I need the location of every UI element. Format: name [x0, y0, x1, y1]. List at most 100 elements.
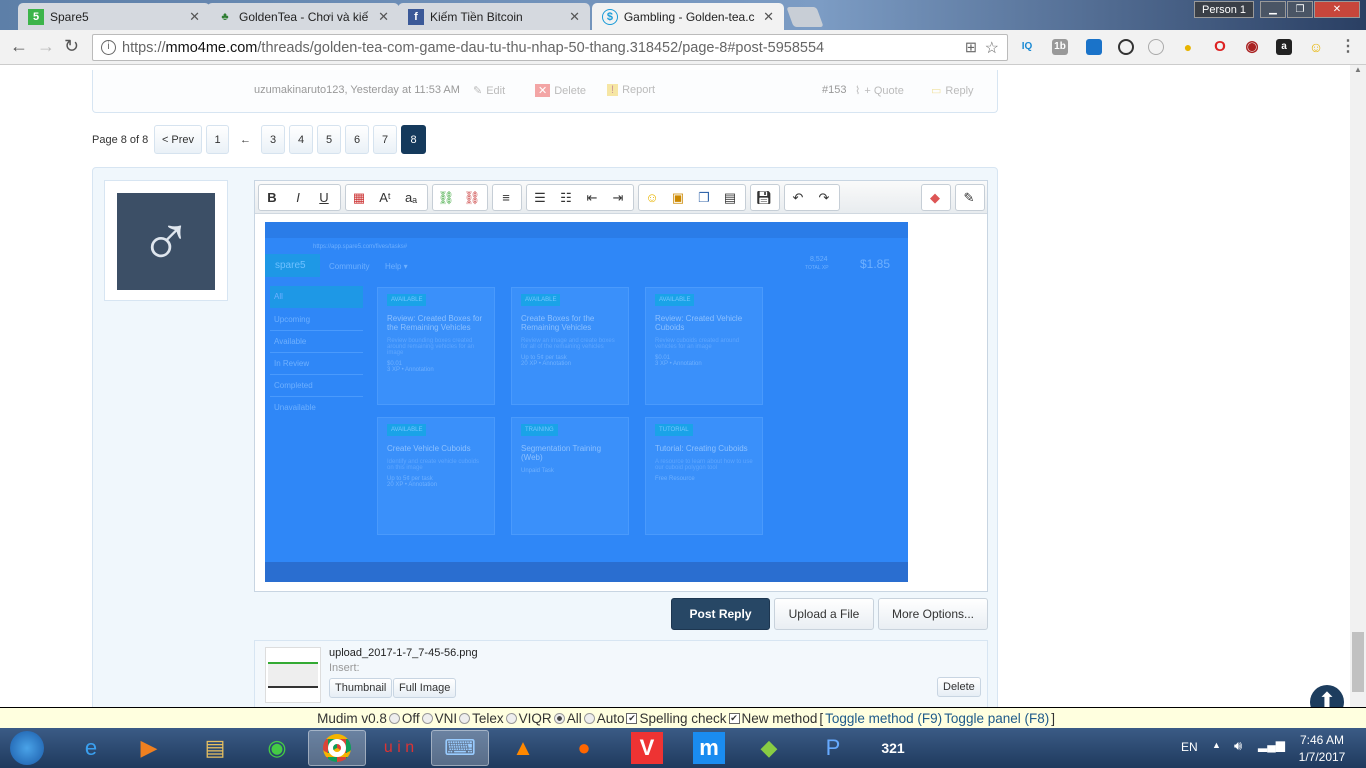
page-1-button[interactable]: 1 [206, 125, 229, 154]
extension-icon[interactable] [1118, 39, 1134, 55]
post-reply-button[interactable]: Post Reply [671, 598, 770, 630]
page-5-button[interactable]: 5 [317, 125, 341, 154]
new-method-checkbox[interactable]: ✔ [728, 712, 740, 724]
message-editor[interactable]: BIU ▦ Aᵗ aₐ ⛓ ⛓ ≡ ☰ ☷ ⇤ ⇥ ☺ ▣ ❐ ▤ 💾︎ ↶ ↷ ◆ ✎ https… [254, 180, 988, 592]
radio-auto[interactable] [583, 712, 595, 724]
firefox-icon[interactable]: ● [555, 730, 613, 766]
maxthon-icon[interactable]: m [680, 730, 738, 766]
tab-gambling[interactable]: $ Gambling - Golden-tea.c ✕ [592, 3, 784, 30]
bold-button[interactable]: B [259, 190, 285, 205]
volume-icon[interactable]: 🔊︎ [1234, 738, 1242, 754]
smilie-icon[interactable]: ☺ [639, 190, 665, 205]
on-screen-keyboard-icon[interactable]: ⌨ [431, 730, 489, 766]
reload-icon[interactable]: ↻ [64, 36, 79, 57]
back-icon[interactable]: ← [10, 36, 28, 57]
opera-extension-icon[interactable]: O [1212, 39, 1228, 55]
1b-extension-icon[interactable]: 1b [1052, 39, 1068, 55]
page-7-button[interactable]: 7 [373, 125, 397, 154]
media-player-icon[interactable]: ▶ [120, 730, 178, 766]
delete-attachment-button[interactable]: Delete [937, 677, 981, 697]
iq-extension-icon[interactable]: IQ [1019, 39, 1035, 55]
eraser-icon[interactable]: ◆ [922, 190, 948, 206]
translate-icon[interactable]: ⊞ [965, 40, 977, 56]
font-family-icon[interactable]: aₐ [398, 190, 424, 205]
page-6-button[interactable]: 6 [345, 125, 369, 154]
page-jump-button[interactable]: ← [233, 125, 258, 154]
page-3-button[interactable]: 3 [261, 125, 285, 154]
language-indicator[interactable]: EN [1181, 740, 1198, 754]
page-8-button[interactable]: 8 [401, 125, 426, 154]
extension-icon[interactable]: ◉ [1244, 39, 1260, 55]
bookmark-star-icon[interactable]: ☆ [985, 38, 999, 58]
new-tab-button[interactable] [786, 7, 824, 27]
reply-link[interactable]: ▭ Reply [931, 84, 974, 98]
save-draft-icon[interactable]: 💾︎ [751, 190, 777, 206]
url-input[interactable]: i https://mmo4me.com/threads/golden-tea-… [92, 34, 1008, 61]
image-icon[interactable]: ▣ [665, 190, 691, 206]
start-button[interactable] [2, 730, 52, 766]
tab-bitcoin[interactable]: f Kiếm Tiền Bitcoin ✕ [398, 3, 590, 30]
vivaldi-icon[interactable]: V [618, 730, 676, 766]
close-tab-icon[interactable]: ✕ [189, 9, 200, 25]
radio-off[interactable] [388, 712, 400, 724]
underline-button[interactable]: U [311, 190, 337, 205]
page-4-button[interactable]: 4 [289, 125, 313, 154]
font-size-icon[interactable]: Aᵗ [372, 190, 398, 205]
prev-page-button[interactable]: < Prev [154, 125, 202, 154]
scrollbar[interactable]: ▲ [1350, 65, 1366, 707]
menu-icon[interactable]: ⋮ [1340, 39, 1356, 55]
close-tab-icon[interactable]: ✕ [378, 9, 389, 25]
extension-icon[interactable] [1148, 39, 1164, 55]
maximize-button[interactable]: ❐ [1287, 1, 1313, 18]
tab-spare5[interactable]: 5 Spare5 ✕ [18, 3, 210, 30]
italic-button[interactable]: I [285, 190, 311, 205]
emoji-extension-icon[interactable]: ☺ [1308, 39, 1324, 55]
delete-link[interactable]: ✕ Delete [535, 84, 586, 97]
spelling-check-checkbox[interactable]: ✔ [626, 712, 638, 724]
insert-thumbnail-button[interactable]: Thumbnail [329, 678, 393, 698]
avatar[interactable]: ♂ [104, 180, 228, 301]
clock-time[interactable]: 7:46 AM [1294, 733, 1350, 747]
outdent-icon[interactable]: ⇤ [579, 190, 605, 206]
forward-icon[interactable]: → [37, 36, 55, 57]
upload-file-button[interactable]: Upload a File [774, 598, 874, 630]
clock-date[interactable]: 1/7/2017 [1290, 750, 1354, 764]
more-options-button[interactable]: More Options... [878, 598, 988, 630]
network-icon[interactable]: ▂▄▆ [1258, 738, 1285, 752]
tab-goldentea[interactable]: ♣ GoldenTea - Chơi và kiếm ✕ [207, 3, 399, 30]
unikey-icon[interactable]: u i n [370, 730, 428, 766]
toggle-panel-link[interactable]: Toggle panel (F8) [944, 711, 1049, 726]
redo-icon[interactable]: ↷ [811, 190, 837, 206]
toggle-bbcode-icon[interactable]: ✎ [956, 190, 982, 206]
download-manager-icon[interactable]: ◉ [248, 730, 306, 766]
chrome-icon[interactable] [308, 730, 366, 766]
internet-explorer-icon[interactable]: e [62, 730, 120, 766]
minimize-button[interactable]: ▁ [1260, 1, 1286, 18]
proxy-icon[interactable]: P [804, 730, 862, 766]
file-explorer-icon[interactable]: ▤ [186, 730, 244, 766]
close-window-button[interactable]: ✕ [1314, 1, 1360, 18]
radio-telex[interactable] [459, 712, 471, 724]
undo-icon[interactable]: ↶ [785, 190, 811, 206]
tray-expand-icon[interactable]: ▲ [1212, 740, 1221, 750]
radio-viqr[interactable] [505, 712, 517, 724]
close-tab-icon[interactable]: ✕ [763, 9, 774, 25]
report-link[interactable]: ! Report [607, 84, 655, 96]
amazon-extension-icon[interactable]: a [1276, 39, 1292, 55]
media-player-classic-icon[interactable]: 321 [864, 730, 922, 766]
align-icon[interactable]: ≡ [493, 190, 519, 205]
bluestacks-icon[interactable]: ◆ [740, 730, 798, 766]
media-icon[interactable]: ❐ [691, 190, 717, 206]
edit-link[interactable]: ✎ Edit [473, 84, 505, 98]
extension-icon[interactable] [1086, 39, 1102, 55]
link-icon[interactable]: ⛓ [433, 190, 459, 206]
profile-button[interactable]: Person 1 [1194, 1, 1254, 18]
indent-icon[interactable]: ⇥ [605, 190, 631, 206]
color-icon[interactable]: ▦ [346, 190, 372, 206]
post-number[interactable]: #153 [822, 84, 846, 96]
bullet-list-icon[interactable]: ☰ [527, 190, 553, 206]
insert-full-image-button[interactable]: Full Image [393, 678, 457, 698]
toggle-method-link[interactable]: Toggle method (F9) [825, 711, 942, 726]
insert-icon[interactable]: ▤ [717, 190, 743, 206]
unlink-icon[interactable]: ⛓ [459, 190, 485, 206]
